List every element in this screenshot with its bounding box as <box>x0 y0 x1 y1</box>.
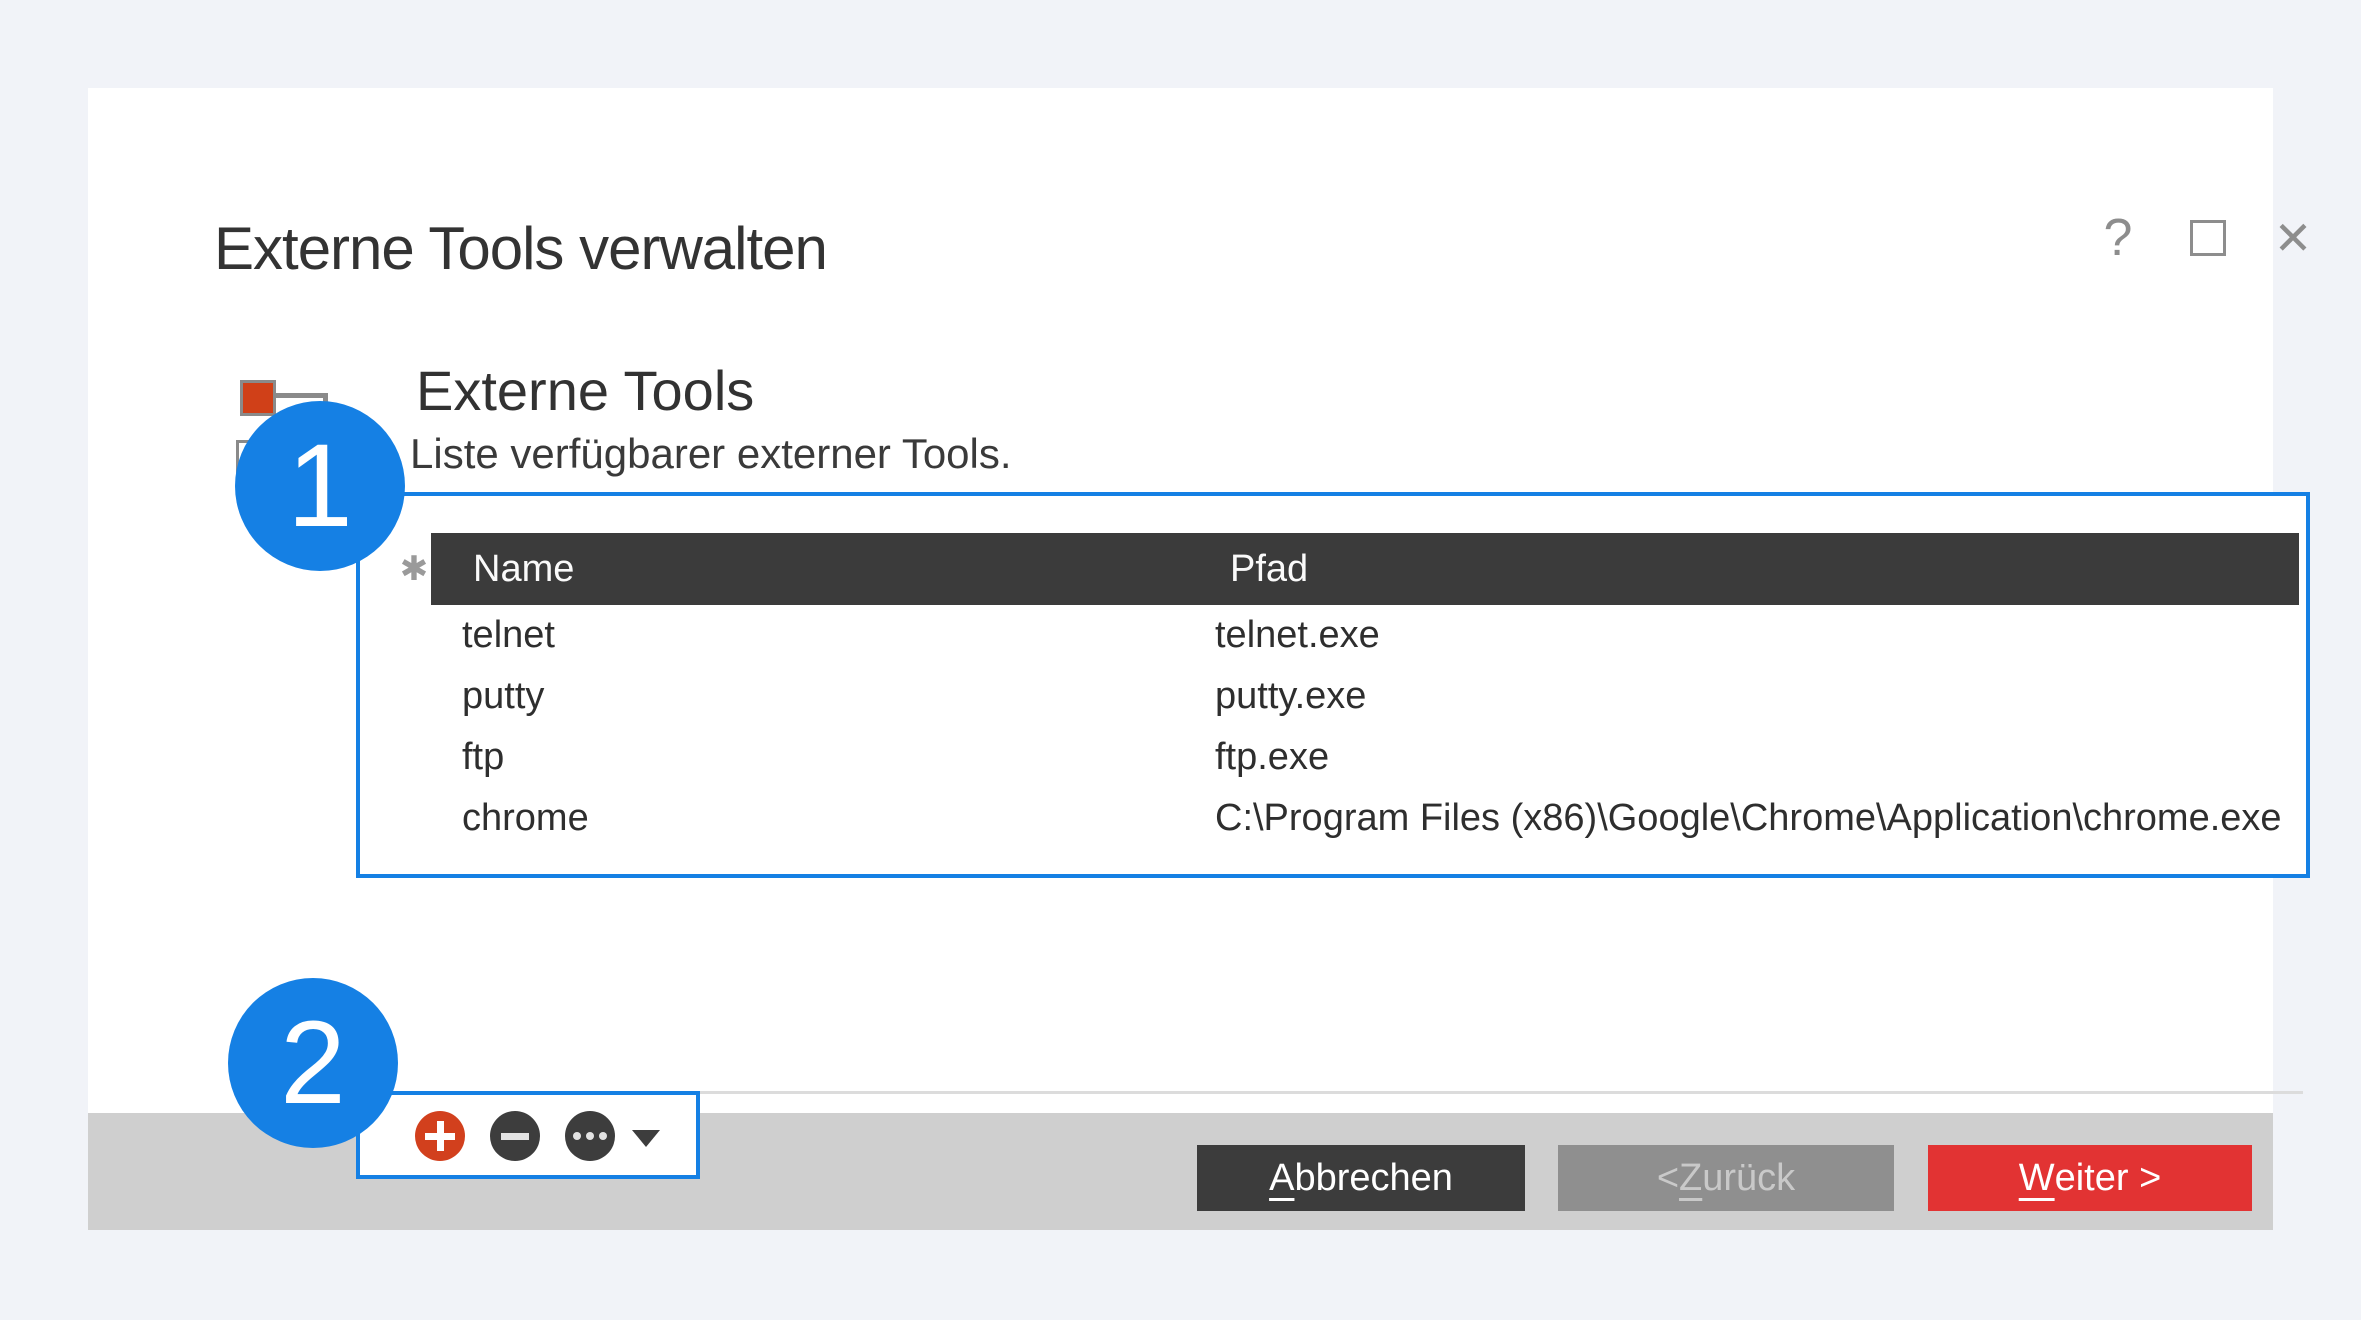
minus-icon <box>501 1133 529 1140</box>
cell-name: putty <box>462 675 544 718</box>
cell-pfad: putty.exe <box>1215 675 1366 718</box>
table-header-row: Name Pfad <box>431 533 2299 605</box>
external-tools-dialog: Externe Tools verwalten ? ✕ Externe Tool… <box>88 88 2273 1230</box>
annotation-badge-2: 2 <box>228 978 398 1148</box>
remove-tool-button[interactable] <box>490 1111 540 1161</box>
column-header-name[interactable]: Name <box>473 548 574 591</box>
next-button[interactable]: Weiter > <box>1928 1145 2252 1211</box>
table-row[interactable]: telnet telnet.exe <box>360 605 2306 666</box>
step-heading: Externe Tools <box>416 358 754 423</box>
ellipsis-icon <box>573 1132 607 1140</box>
cell-name: telnet <box>462 614 555 657</box>
table-body: telnet telnet.exe putty putty.exe ftp ft… <box>360 605 2306 849</box>
cell-pfad: C:\Program Files (x86)\Google\Chrome\App… <box>1215 797 2282 840</box>
grid-toolbar <box>356 1091 700 1179</box>
table-row[interactable]: chrome C:\Program Files (x86)\Google\Chr… <box>360 788 2306 849</box>
annotation-badge-1: 1 <box>235 401 405 571</box>
close-icon[interactable]: ✕ <box>2266 206 2320 270</box>
table-row[interactable]: ftp ftp.exe <box>360 727 2306 788</box>
cell-pfad: ftp.exe <box>1215 736 1329 779</box>
back-button[interactable]: < Zurück <box>1558 1145 1894 1211</box>
maximize-icon[interactable] <box>2190 220 2226 256</box>
icon-connector-line <box>274 393 328 398</box>
dialog-title: Externe Tools verwalten <box>214 214 827 283</box>
column-header-pfad[interactable]: Pfad <box>1230 548 1308 591</box>
cancel-button[interactable]: Abbrechen <box>1197 1145 1525 1211</box>
step-subtitle: Liste verfügbarer externer Tools. <box>410 430 1012 478</box>
more-options-button[interactable] <box>565 1111 615 1161</box>
tools-table: ✱ Name Pfad telnet telnet.exe putty putt… <box>356 492 2310 878</box>
toolbar-dropdown-arrow-icon[interactable] <box>632 1130 660 1147</box>
cell-name: chrome <box>462 797 589 840</box>
add-tool-button[interactable] <box>415 1111 465 1161</box>
icon-root-square <box>240 380 276 416</box>
help-icon[interactable]: ? <box>2091 206 2145 270</box>
new-row-indicator-icon: ✱ <box>396 548 432 590</box>
cell-name: ftp <box>462 736 504 779</box>
table-row[interactable]: putty putty.exe <box>360 666 2306 727</box>
cell-pfad: telnet.exe <box>1215 614 1380 657</box>
plus-icon <box>437 1121 444 1151</box>
